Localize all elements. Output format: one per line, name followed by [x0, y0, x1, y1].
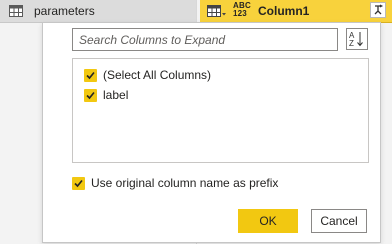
expand-columns-popup: A Z (Select All Columns) label	[42, 22, 381, 243]
prefix-option[interactable]: Use original column name as prefix	[72, 175, 278, 191]
select-all-columns-option[interactable]: (Select All Columns)	[84, 67, 211, 83]
search-columns-input[interactable]	[73, 29, 337, 50]
checkbox-checked[interactable]	[84, 88, 97, 102]
column-header[interactable]: ABC 123 Column1	[200, 0, 392, 23]
query-name: parameters	[34, 4, 95, 18]
sort-columns-button[interactable]: A Z	[346, 28, 368, 50]
table-icon	[9, 5, 23, 20]
checkmark-icon	[86, 71, 95, 79]
checkbox-checked[interactable]	[84, 68, 97, 82]
svg-text:Z: Z	[349, 39, 354, 48]
query-list-item[interactable]: parameters	[0, 0, 196, 23]
checkmark-icon	[86, 91, 95, 99]
checkbox-checked[interactable]	[72, 176, 85, 190]
sort-az-icon: A Z	[349, 31, 363, 48]
search-columns-box[interactable]	[72, 28, 338, 51]
option-label: label	[103, 88, 129, 102]
checkmark-icon	[74, 179, 83, 187]
option-label: (Select All Columns)	[103, 68, 212, 82]
column-option-label[interactable]: label	[84, 87, 128, 103]
column-type-badge[interactable]: ABC 123	[233, 2, 251, 18]
column-name: Column1	[258, 4, 310, 18]
column-list[interactable]: (Select All Columns) label	[72, 58, 369, 163]
table-menu-icon[interactable]	[207, 5, 227, 20]
expand-columns-icon	[374, 4, 384, 15]
ok-button[interactable]: OK	[238, 209, 298, 233]
expand-columns-button[interactable]	[370, 2, 386, 18]
cancel-button[interactable]: Cancel	[311, 209, 367, 233]
prefix-option-label: Use original column name as prefix	[91, 176, 279, 190]
